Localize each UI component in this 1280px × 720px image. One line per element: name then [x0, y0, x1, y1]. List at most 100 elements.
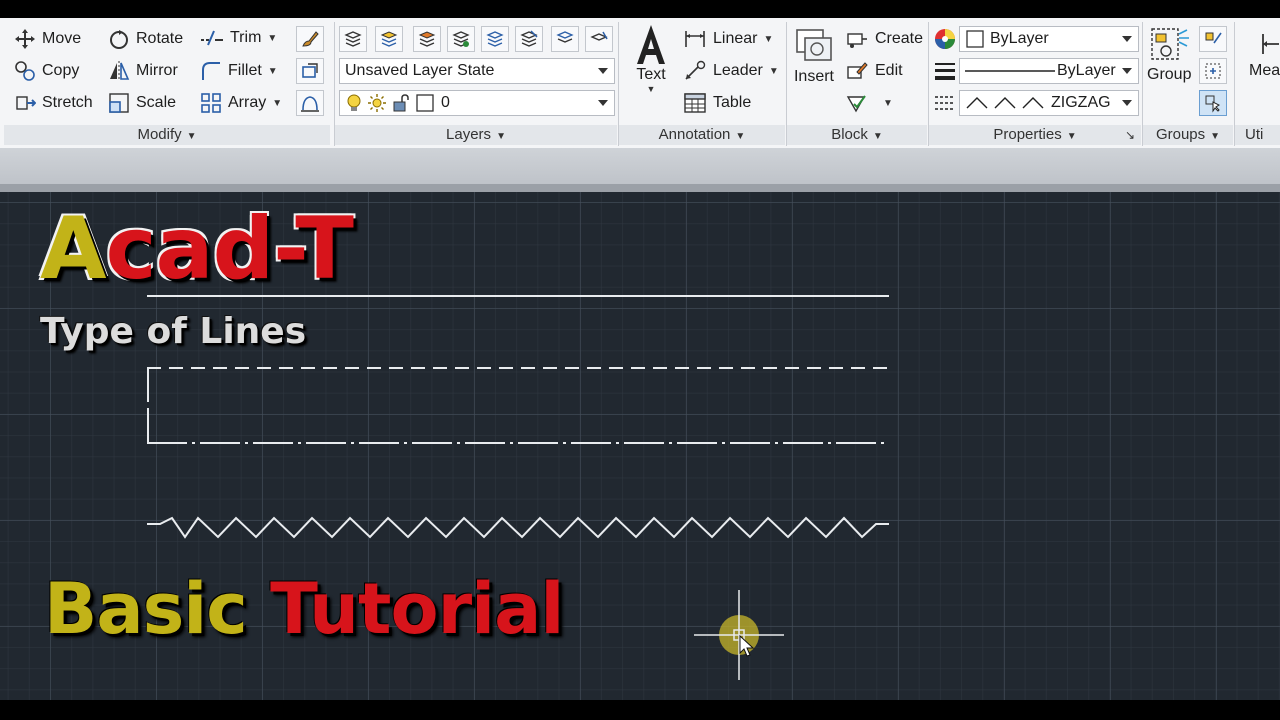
create-block-button[interactable]: Create	[845, 28, 923, 50]
modify-title-label: Modify	[137, 126, 182, 143]
color-swatch	[966, 30, 984, 48]
zigzag-line[interactable]	[147, 516, 889, 539]
offset-button[interactable]	[296, 90, 324, 116]
annotation-title-label: Annotation	[658, 126, 731, 143]
layer-tool-3-button[interactable]	[413, 26, 441, 52]
trim-button[interactable]: Trim ▼	[200, 28, 277, 48]
group-selection-button[interactable]	[1199, 90, 1227, 116]
linear-label: Linear	[713, 30, 758, 47]
group-edit-button[interactable]	[1199, 58, 1227, 84]
table-button[interactable]: Table	[683, 92, 751, 114]
move-button[interactable]: Move	[14, 28, 81, 50]
layer-unisolate-icon	[452, 31, 470, 47]
ribbon-shadow-strip	[0, 148, 1280, 184]
insert-icon	[796, 29, 832, 61]
properties-launcher-icon[interactable]: ↘	[1125, 125, 1135, 145]
linear-dimension-icon	[685, 31, 705, 47]
stretch-button[interactable]: Stretch	[14, 92, 93, 114]
linetype-value: ZIGZAG	[1051, 94, 1111, 111]
rotate-button[interactable]: Rotate	[108, 28, 183, 50]
stretch-label: Stretch	[42, 94, 93, 111]
stretch-icon	[16, 96, 36, 110]
layers-panel-title[interactable]: Layers ▼	[335, 125, 617, 145]
text-dropdown-icon[interactable]: ▼	[647, 84, 656, 94]
edit-block-icon	[847, 62, 868, 79]
block-panel: Insert Create Edit ▼ Block ▼	[787, 18, 927, 148]
lineweight-combo[interactable]: ByLayer	[959, 58, 1139, 84]
ungroup-button[interactable]	[1199, 26, 1227, 52]
crosshair-cursor	[694, 590, 784, 680]
block-panel-title[interactable]: Block ▼	[787, 125, 927, 145]
create-label: Create	[875, 30, 924, 47]
linear-dropdown-icon[interactable]: ▼	[763, 34, 773, 45]
text-button[interactable]: Text ▼	[631, 22, 671, 94]
table-label: Table	[713, 94, 752, 111]
layer-tool-5-button[interactable]	[481, 26, 509, 52]
insert-button[interactable]: Insert	[793, 26, 835, 86]
scale-button[interactable]: Scale	[108, 92, 176, 114]
layer-tool-6-button[interactable]	[515, 26, 543, 52]
copy-button[interactable]: Copy	[14, 60, 79, 82]
scale-icon	[109, 93, 129, 113]
block-attribute-button[interactable]: ▼	[845, 92, 893, 114]
properties-panel-title[interactable]: Properties ▼ ↘	[929, 125, 1141, 145]
scale-label: Scale	[136, 94, 177, 111]
layers-title-label: Layers	[446, 126, 492, 143]
edit-block-button[interactable]: Edit	[845, 60, 903, 82]
layer-properties-icon	[344, 31, 362, 47]
video-subtitle: Type of Lines	[40, 311, 307, 352]
measure-button[interactable]: Mea	[1249, 26, 1280, 80]
linetype-icon[interactable]	[933, 91, 957, 115]
layer-tool-4-button[interactable]	[447, 26, 475, 52]
leader-dropdown-icon[interactable]: ▼	[769, 66, 779, 77]
groups-panel: Group Groups ▼	[1143, 18, 1233, 148]
fillet-button[interactable]: Fillet ▼	[200, 60, 278, 82]
linear-button[interactable]: Linear ▼	[683, 28, 773, 50]
leader-button[interactable]: Leader ▼	[683, 60, 779, 82]
fillet-dropdown-icon[interactable]: ▼	[268, 66, 278, 77]
layer-color-swatch	[416, 94, 434, 112]
group-button[interactable]: Group	[1147, 26, 1191, 84]
annotation-panel-title[interactable]: Annotation ▼	[619, 125, 785, 145]
array-button[interactable]: Array ▼	[200, 92, 282, 114]
layer-walk-icon	[590, 31, 608, 41]
linetype-combo[interactable]: ZIGZAG	[959, 90, 1139, 116]
layer-state-combo[interactable]: Unsaved Layer State	[339, 58, 615, 84]
layer-tool-2-button[interactable]	[375, 26, 403, 52]
top-black-bar	[0, 0, 1280, 18]
array-dropdown-icon[interactable]: ▼	[272, 98, 282, 109]
trim-dropdown-icon[interactable]: ▼	[267, 33, 277, 44]
layer-freeze-icon	[486, 31, 504, 47]
properties-title-label: Properties	[993, 126, 1062, 143]
layer-tool-1-button[interactable]	[339, 26, 367, 52]
current-layer-combo[interactable]: 0	[339, 90, 615, 116]
drawing-canvas[interactable]: Acad-T Type of Lines Basic Tutorial	[0, 192, 1280, 700]
color-value: ByLayer	[990, 30, 1049, 47]
title-first-letter: A	[40, 199, 107, 299]
move-icon	[15, 29, 35, 49]
measure-label: Mea	[1249, 62, 1280, 79]
layer-tool-7-button[interactable]	[551, 26, 579, 52]
block-attribute-dropdown-icon[interactable]: ▼	[883, 98, 893, 109]
mirror-button[interactable]: Mirror	[108, 60, 178, 82]
linetype-dropdown-icon	[1122, 100, 1132, 106]
utilities-panel-title[interactable]: Uti	[1235, 125, 1280, 145]
trim-label: Trim	[230, 29, 262, 46]
utilities-panel: Mea Uti	[1235, 18, 1280, 148]
current-layer-dropdown-icon	[598, 100, 608, 106]
explode-button[interactable]	[296, 58, 324, 84]
utilities-title-label: Uti	[1245, 126, 1264, 143]
annotation-expand-icon: ▼	[735, 131, 746, 142]
edit-label: Edit	[875, 62, 903, 79]
layer-match-icon	[380, 31, 398, 47]
array-label: Array	[228, 94, 267, 111]
match-properties-button[interactable]	[296, 26, 324, 52]
color-wheel-icon[interactable]	[933, 27, 957, 51]
layer-tool-8-button[interactable]	[585, 26, 613, 52]
color-combo[interactable]: ByLayer	[959, 26, 1139, 52]
groups-panel-title[interactable]: Groups ▼	[1143, 125, 1233, 145]
footer-word-basic: Basic	[44, 568, 248, 650]
modify-panel-title[interactable]: Modify ▼	[4, 125, 330, 145]
attribute-icon	[846, 95, 866, 113]
lineweight-icon[interactable]	[933, 59, 957, 83]
